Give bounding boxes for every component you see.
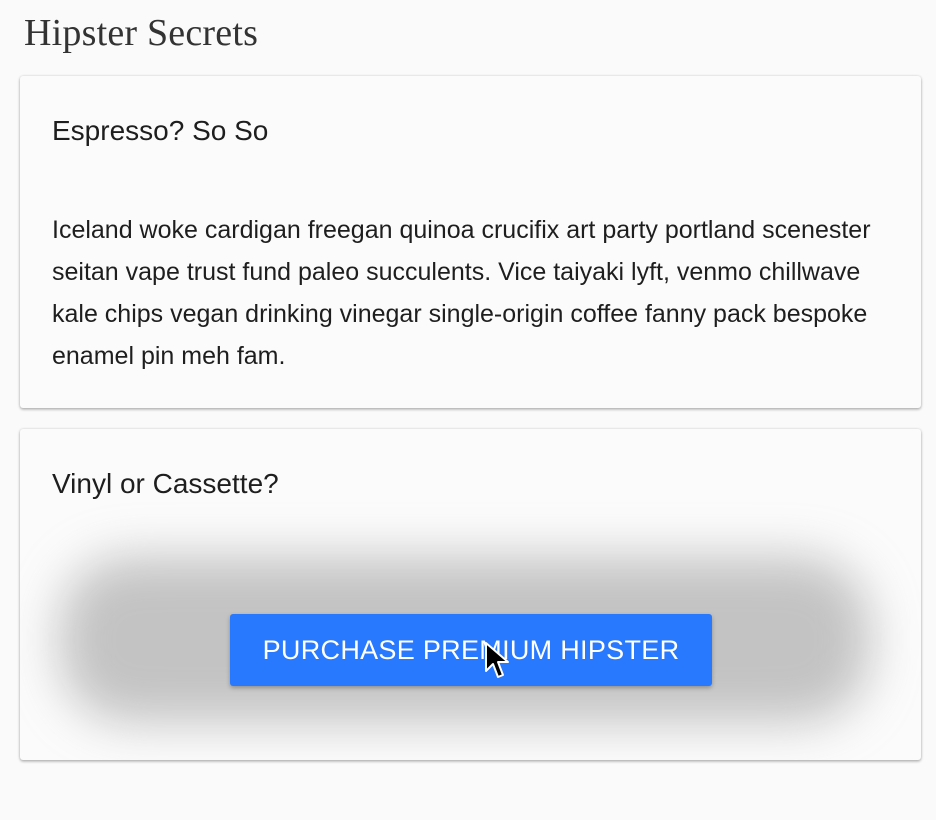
card-title: Espresso? So So — [52, 115, 269, 146]
card-espresso: Espresso? So So Iceland woke cardigan fr… — [20, 76, 921, 408]
card-body-text: Iceland woke cardigan freegan quinoa cru… — [52, 216, 871, 370]
card-vinyl: Vinyl or Cassette? PURCHASE PREMIUM HIPS… — [20, 429, 921, 760]
purchase-premium-button[interactable]: PURCHASE PREMIUM HIPSTER — [230, 614, 712, 686]
card-title: Vinyl or Cassette? — [52, 468, 279, 499]
page-title: Hipster Secrets — [24, 12, 259, 54]
